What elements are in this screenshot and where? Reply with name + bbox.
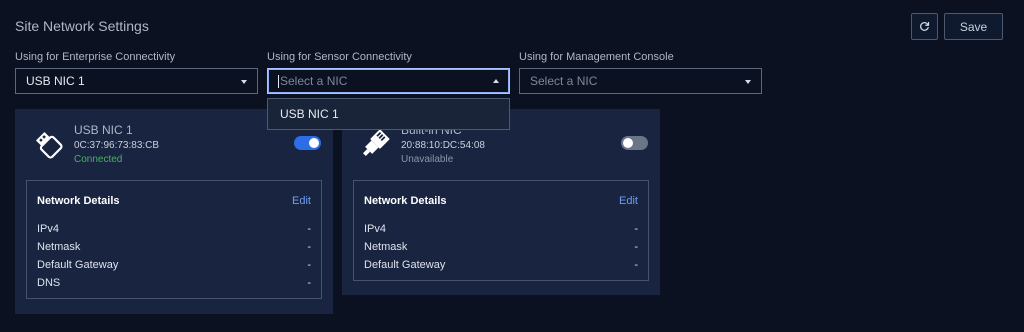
network-details-panel: Network Details Edit IPv4 - Netmask - De… — [26, 180, 322, 299]
detail-label: Default Gateway — [364, 259, 446, 271]
nic-card-built-in: Built-in NIC 20:88:10:DC:54:08 Unavailab… — [342, 109, 660, 295]
detail-label: IPv4 — [364, 223, 387, 235]
chevron-down-icon — [745, 80, 751, 84]
nic-enable-toggle[interactable] — [294, 136, 321, 150]
ethernet-plug-icon — [362, 129, 390, 157]
edit-link[interactable]: Edit — [619, 195, 638, 207]
network-details-panel: Network Details Edit IPv4 - Netmask - De… — [353, 180, 649, 281]
nic-status: Connected — [74, 154, 123, 165]
detail-row-gateway: Default Gateway - — [37, 259, 311, 273]
sensor-connectivity-placeholder: Select a NIC — [280, 74, 348, 88]
detail-label: IPv4 — [37, 223, 60, 235]
enterprise-connectivity-value: USB NIC 1 — [26, 74, 85, 88]
management-console-placeholder: Select a NIC — [530, 74, 598, 88]
detail-value: - — [307, 259, 311, 271]
enterprise-connectivity-select[interactable]: USB NIC 1 — [15, 68, 258, 94]
detail-row-dns: DNS - — [37, 277, 311, 291]
chevron-down-icon — [241, 80, 247, 84]
detail-value: - — [307, 277, 311, 289]
detail-row-netmask: Netmask - — [364, 241, 638, 255]
detail-label: Netmask — [364, 241, 408, 253]
nic-card-usb: USB NIC 1 0C:37:96:73:83:CB Connected Ne… — [15, 109, 333, 314]
detail-value: - — [634, 259, 638, 271]
text-cursor — [278, 74, 279, 88]
network-details-title: Network Details — [37, 195, 120, 207]
detail-label: DNS — [37, 277, 61, 289]
detail-value: - — [634, 241, 638, 253]
detail-value: - — [307, 223, 311, 235]
chevron-up-icon — [493, 79, 499, 83]
edit-link[interactable]: Edit — [292, 195, 311, 207]
dropdown-option-usb-nic-1[interactable]: USB NIC 1 — [267, 98, 510, 130]
detail-value: - — [307, 241, 311, 253]
nic-enable-toggle[interactable] — [621, 136, 648, 150]
detail-row-gateway: Default Gateway - — [364, 259, 638, 273]
detail-row-ipv4: IPv4 - — [37, 223, 311, 237]
nic-mac-address: 20:88:10:DC:54:08 — [401, 140, 485, 151]
toggle-knob — [309, 138, 319, 148]
usb-stick-icon — [35, 131, 63, 159]
save-button[interactable]: Save — [944, 13, 1003, 40]
nic-name: USB NIC 1 — [74, 123, 133, 137]
page-title: Site Network Settings — [15, 18, 149, 34]
enterprise-connectivity-label: Using for Enterprise Connectivity — [15, 51, 176, 63]
detail-value: - — [634, 223, 638, 235]
management-console-label: Using for Management Console — [519, 51, 674, 63]
sensor-connectivity-label: Using for Sensor Connectivity — [267, 51, 412, 63]
refresh-icon — [920, 21, 930, 31]
nic-mac-address: 0C:37:96:73:83:CB — [74, 140, 160, 151]
management-console-select[interactable]: Select a NIC — [519, 68, 762, 94]
network-details-title: Network Details — [364, 195, 447, 207]
sensor-connectivity-select[interactable]: Select a NIC — [267, 68, 510, 94]
detail-row-netmask: Netmask - — [37, 241, 311, 255]
detail-label: Netmask — [37, 241, 81, 253]
detail-label: Default Gateway — [37, 259, 119, 271]
detail-row-ipv4: IPv4 - — [364, 223, 638, 237]
nic-status: Unavailable — [401, 154, 454, 165]
toggle-knob — [623, 138, 633, 148]
refresh-button[interactable] — [911, 13, 938, 40]
